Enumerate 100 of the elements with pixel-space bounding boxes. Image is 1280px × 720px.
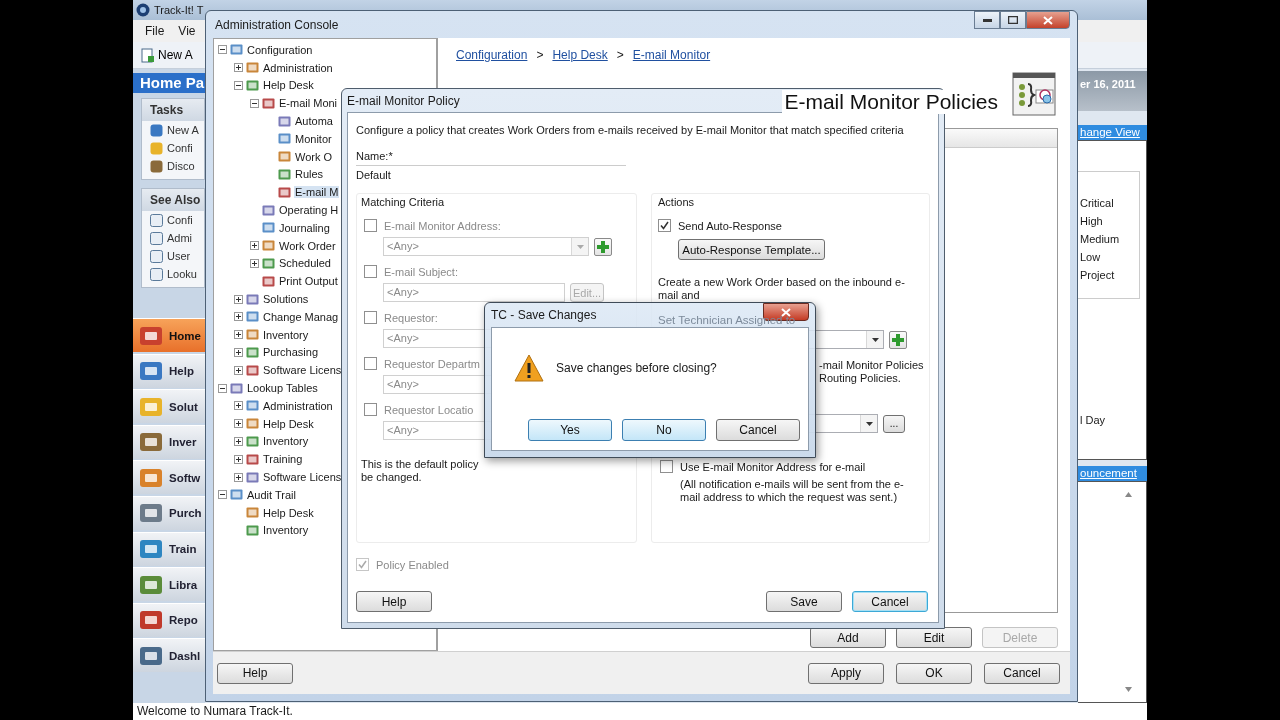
- expand-toggle[interactable]: [234, 294, 243, 304]
- tree-item[interactable]: Change Manag: [262, 310, 340, 323]
- expand-toggle[interactable]: [234, 472, 243, 482]
- template-button[interactable]: Auto-Response Template...: [678, 239, 825, 260]
- checkbox[interactable]: [660, 460, 673, 473]
- expand-toggle[interactable]: [250, 241, 259, 251]
- breadcrumb-link[interactable]: Configuration: [456, 48, 528, 62]
- tree-item[interactable]: Solutions: [262, 293, 310, 306]
- tree-item[interactable]: Scheduled: [278, 257, 332, 270]
- add-button[interactable]: [889, 330, 907, 349]
- see-also-link[interactable]: Looku: [167, 268, 197, 280]
- dialog-button[interactable]: OK: [896, 662, 972, 684]
- breadcrumb-link[interactable]: E-mail Monitor: [632, 48, 711, 62]
- checkbox[interactable]: [364, 357, 377, 370]
- tree-item[interactable]: Rules: [294, 168, 325, 181]
- expand-toggle[interactable]: [234, 63, 243, 73]
- checkbox[interactable]: [364, 219, 377, 232]
- checkbox[interactable]: [364, 311, 377, 324]
- tree-item[interactable]: Software Licens: [262, 471, 343, 483]
- task-link[interactable]: New A: [167, 124, 199, 136]
- nav-button[interactable]: Dashl: [133, 638, 205, 673]
- dialog-button[interactable]: Cancel: [984, 662, 1060, 684]
- list-button[interactable]: Add: [810, 627, 886, 648]
- nav-button[interactable]: Train: [133, 531, 205, 566]
- tree-item[interactable]: Administration: [262, 61, 334, 74]
- scroll-down-icon[interactable]: [1125, 687, 1132, 692]
- tree-item[interactable]: Work O: [294, 150, 334, 163]
- tree-item[interactable]: Configuration: [246, 43, 314, 56]
- dialog-button[interactable]: Yes: [528, 419, 612, 441]
- nav-button[interactable]: Help: [133, 353, 205, 388]
- expand-toggle[interactable]: [234, 419, 243, 429]
- expand-toggle[interactable]: [234, 347, 243, 357]
- add-button[interactable]: [594, 237, 612, 256]
- tree-item[interactable]: Operating H: [278, 204, 340, 217]
- tree-item[interactable]: Print Output: [278, 275, 339, 288]
- tree-item[interactable]: E-mail Moni: [278, 97, 339, 110]
- nav-button[interactable]: Solut: [133, 389, 205, 424]
- tree-item[interactable]: Training: [262, 453, 304, 466]
- tree-item[interactable]: Automa: [294, 115, 334, 128]
- help-button[interactable]: Help: [217, 662, 293, 684]
- dialog-button[interactable]: No: [622, 419, 706, 441]
- see-also-link[interactable]: User: [167, 250, 191, 262]
- tree-item[interactable]: Software Licens: [262, 364, 343, 377]
- expand-toggle[interactable]: [234, 401, 243, 411]
- expand-toggle[interactable]: [234, 330, 243, 340]
- subject-field[interactable]: <Any>: [383, 283, 565, 302]
- menu-item[interactable]: Vie: [178, 24, 196, 38]
- tree-item[interactable]: Journaling: [278, 221, 331, 234]
- minimize-button[interactable]: [974, 11, 1000, 29]
- expand-toggle[interactable]: [218, 45, 227, 55]
- nav-button[interactable]: Home: [133, 318, 205, 352]
- toolbar-button[interactable]: New A: [139, 47, 195, 63]
- breadcrumb-link[interactable]: Help Desk: [552, 48, 608, 62]
- nav-button[interactable]: Inver: [133, 424, 205, 459]
- checkbox[interactable]: [364, 403, 377, 416]
- see-also-link[interactable]: Admi: [167, 232, 193, 244]
- dialog-button[interactable]: Help: [356, 591, 432, 612]
- checkbox[interactable]: [364, 265, 377, 278]
- expand-toggle[interactable]: [234, 81, 243, 90]
- browse-button[interactable]: ...: [883, 414, 905, 433]
- expand-toggle[interactable]: [234, 365, 243, 375]
- tree-item[interactable]: Inventory: [262, 328, 310, 341]
- tree-item[interactable]: Audit Trail: [246, 488, 297, 501]
- nav-button[interactable]: Libra: [133, 567, 205, 602]
- see-also-link[interactable]: Confi: [167, 214, 193, 226]
- tree-item[interactable]: Help Desk: [262, 417, 315, 430]
- tree-item[interactable]: Purchasing: [262, 346, 320, 359]
- expand-toggle[interactable]: [234, 312, 243, 322]
- tree-item[interactable]: Help Desk: [262, 506, 315, 519]
- tree-item[interactable]: Work Order: [278, 239, 337, 252]
- tree-item[interactable]: Lookup Tables: [246, 382, 319, 395]
- checkbox[interactable]: [658, 219, 671, 232]
- scroll-up-icon[interactable]: [1125, 491, 1132, 497]
- close-button[interactable]: [1026, 11, 1070, 29]
- tree-item[interactable]: Inventory: [262, 524, 310, 537]
- nav-button[interactable]: Softw: [133, 460, 205, 495]
- expand-toggle[interactable]: [234, 436, 243, 446]
- nav-button[interactable]: Purch: [133, 495, 205, 530]
- expand-toggle[interactable]: [250, 258, 259, 268]
- list-button[interactable]: Edit: [896, 627, 972, 648]
- dialog-button[interactable]: Cancel: [716, 419, 800, 441]
- tree-item[interactable]: Administration: [262, 399, 334, 412]
- expand-toggle[interactable]: [218, 490, 227, 500]
- task-link[interactable]: Confi: [167, 142, 193, 154]
- announcement-link[interactable]: ouncement: [1078, 465, 1147, 481]
- tree-item[interactable]: Inventory: [262, 435, 310, 448]
- dialog-button[interactable]: Apply: [808, 662, 884, 684]
- task-link[interactable]: Disco: [167, 160, 195, 172]
- tree-item[interactable]: E-mail M: [294, 186, 340, 199]
- menu-item[interactable]: File: [145, 24, 165, 38]
- expand-toggle[interactable]: [250, 98, 259, 108]
- nav-button[interactable]: Repo: [133, 602, 205, 637]
- tree-item[interactable]: Monitor: [294, 132, 333, 145]
- address-dropdown[interactable]: <Any>: [383, 237, 589, 256]
- dialog-button[interactable]: Cancel: [852, 591, 928, 612]
- tree-item[interactable]: Help Desk: [262, 79, 315, 92]
- expand-toggle[interactable]: [234, 454, 243, 464]
- name-field[interactable]: Default: [356, 165, 626, 184]
- view-link[interactable]: hange View: [1078, 124, 1147, 140]
- dialog-button[interactable]: Save: [766, 591, 842, 612]
